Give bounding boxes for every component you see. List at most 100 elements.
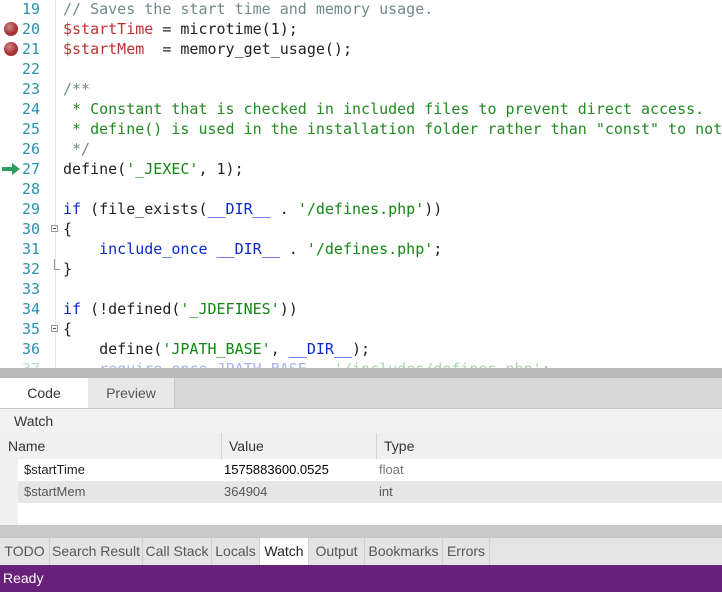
line-number: 21 (22, 40, 41, 58)
code-token: */ (63, 140, 91, 158)
fold-toggle-icon[interactable] (51, 325, 58, 332)
code-line[interactable]: 20 $startTime = microtime(1); (0, 19, 722, 39)
code-token: * define() is used in the installation f… (63, 120, 722, 138)
fold-end-marker (54, 259, 60, 270)
line-number: 24 (22, 100, 41, 118)
code-token: $startTime (63, 20, 154, 38)
code-line[interactable]: 25 * define() is used in the installatio… (0, 119, 722, 139)
code-token: '_JEXEC' (126, 160, 199, 178)
code-token: '/defines.php' (297, 200, 425, 218)
code-line[interactable]: 21 $startMem = memory_get_usage(); (0, 39, 722, 59)
code-token: /** (63, 80, 91, 98)
column-divider[interactable] (376, 433, 377, 459)
code-token: ); (352, 340, 371, 358)
code-text: } (63, 259, 72, 279)
code-line[interactable]: 26 */ (0, 139, 722, 159)
watch-title-label: Watch (14, 413, 54, 429)
tab-search-result[interactable]: Search Result (50, 538, 143, 565)
column-header-value[interactable]: Value (229, 433, 264, 459)
code-line[interactable]: 37 require_once JPATH_BASE . '/includes/… (0, 359, 722, 368)
code-line[interactable]: 35 { (0, 319, 722, 339)
code-text: define('_JEXEC', 1); (63, 159, 244, 179)
tab-watch[interactable]: Watch (260, 538, 309, 565)
code-text: /** (63, 79, 90, 99)
code-token: } (63, 260, 73, 278)
column-divider[interactable] (221, 433, 222, 459)
code-token: __DIR__ (288, 340, 352, 358)
code-token: $startMem (63, 40, 145, 58)
code-line[interactable]: 30 { (0, 219, 722, 239)
watch-row[interactable]: $startTime 1575883600.0525 float (18, 459, 722, 481)
code-token: __DIR__ (207, 200, 271, 218)
code-text: require_once JPATH_BASE . '/includes/def… (63, 359, 551, 368)
code-token: . (279, 240, 307, 258)
code-line[interactable]: 27 define('_JEXEC', 1); (0, 159, 722, 179)
code-line[interactable]: 19 // Saves the start time and memory usa… (0, 0, 722, 19)
breakpoint-icon[interactable] (4, 22, 18, 36)
code-text: include_once __DIR__ . '/defines.php'; (63, 239, 442, 259)
watch-row-selected[interactable]: $startMem 364904 int (18, 481, 722, 503)
code-line[interactable]: 29 if (file_exists(__DIR__ . '/defines.ph… (0, 199, 722, 219)
line-number: 35 (22, 320, 41, 338)
code-token: = microtime(1); (153, 20, 298, 38)
tab-call-stack[interactable]: Call Stack (143, 538, 212, 565)
code-line[interactable]: 34 if (!defined('_JDEFINES')) (0, 299, 722, 319)
code-token: define( (63, 160, 127, 178)
line-number: 23 (22, 80, 41, 98)
view-tabs: Code Preview (0, 378, 722, 409)
tab-locals[interactable]: Locals (212, 538, 260, 565)
code-line[interactable]: 33 (0, 279, 722, 299)
code-text: */ (63, 139, 90, 159)
code-token: '_JDEFINES' (180, 300, 280, 318)
code-text: * define() is used in the installation f… (63, 119, 722, 139)
code-line[interactable]: 22 (0, 59, 722, 79)
watch-row-type: float (379, 462, 404, 477)
tab-output[interactable]: Output (309, 538, 365, 565)
code-editor[interactable]: 19 // Saves the start time and memory usa… (0, 0, 722, 368)
code-text: * Constant that is checked in included f… (63, 99, 704, 119)
watch-row-name: $startTime (24, 462, 85, 477)
panel-splitter[interactable] (0, 368, 722, 378)
code-token: (file_exists( (81, 200, 208, 218)
code-text: { (63, 219, 72, 239)
code-line[interactable]: 32} (0, 259, 722, 279)
line-number: 20 (22, 20, 41, 38)
line-number: 29 (22, 200, 41, 218)
code-token: '/includes/defines.php' (334, 360, 542, 368)
watch-rows: $startTime 1575883600.0525 float $startM… (18, 459, 722, 525)
code-token: '/defines.php' (306, 240, 434, 258)
line-number: 25 (22, 120, 41, 138)
breakpoint-icon[interactable] (4, 42, 18, 56)
code-line[interactable]: 31 include_once __DIR__ . '/defines.php'… (0, 239, 722, 259)
fold-toggle-icon[interactable] (51, 225, 58, 232)
code-text: define('JPATH_BASE', __DIR__); (63, 339, 370, 359)
line-number: 36 (22, 340, 41, 358)
code-token: ; (542, 360, 551, 368)
tab-todo[interactable]: TODO (0, 538, 50, 565)
line-number: 22 (22, 60, 41, 78)
code-token: { (63, 220, 73, 238)
tab-code[interactable]: Code (0, 378, 89, 408)
watch-row-type: int (379, 484, 393, 499)
code-token: = memory_get_usage(); (144, 40, 352, 58)
code-line[interactable]: 24 * Constant that is checked in include… (0, 99, 722, 119)
code-line[interactable]: 23 /** (0, 79, 722, 99)
code-line[interactable]: 28 (0, 179, 722, 199)
code-token: )) (279, 300, 298, 318)
code-token: . (270, 200, 298, 218)
tab-preview[interactable]: Preview (88, 378, 175, 408)
horizontal-scrollbar[interactable] (0, 525, 722, 538)
watch-row-value: 364904 (224, 484, 268, 499)
code-line[interactable]: 36 define('JPATH_BASE', __DIR__); (0, 339, 722, 359)
code-token: . (307, 360, 334, 368)
code-text: if (!defined('_JDEFINES')) (63, 299, 298, 319)
code-token: * Constant that is checked in included f… (63, 100, 705, 118)
column-header-type[interactable]: Type (384, 433, 414, 459)
tab-errors[interactable]: Errors (443, 538, 490, 565)
column-header-name[interactable]: Name (8, 433, 45, 459)
tab-bookmarks[interactable]: Bookmarks (365, 538, 443, 565)
code-token: // Saves the start time and memory usage… (63, 0, 434, 18)
